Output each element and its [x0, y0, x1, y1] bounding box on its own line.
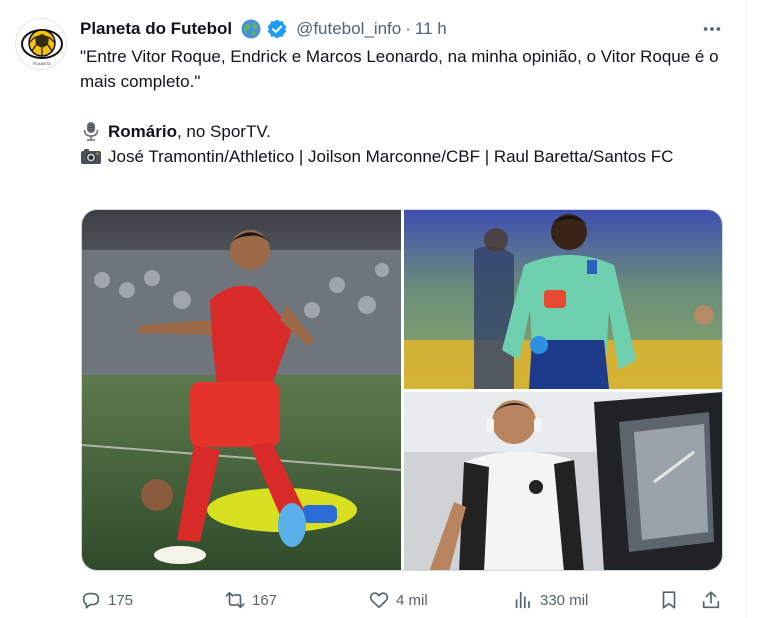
- bookmark-icon: [658, 589, 680, 611]
- speaker-line: Romário, no SporTV.: [80, 119, 730, 144]
- planeta-do-futebol-logo-icon: PLANETA: [21, 29, 63, 66]
- tweet-card[interactable]: PLANETA Planeta do Futebol @futebol_info…: [0, 0, 746, 618]
- reply-icon: [80, 589, 102, 611]
- verified-icon: [266, 18, 288, 40]
- more-options-button[interactable]: [697, 16, 727, 42]
- view-count: 330 mil: [540, 591, 589, 609]
- reply-count: 175: [108, 591, 134, 609]
- photo-endrick-cbf[interactable]: [404, 210, 722, 389]
- svg-text:PLANETA: PLANETA: [33, 61, 51, 66]
- heart-icon: [368, 589, 390, 611]
- media-grid: [81, 209, 723, 571]
- handle[interactable]: @futebol_info: [296, 19, 401, 39]
- microphone-icon: [80, 121, 102, 141]
- tweet-actions: 175 167 4 mil 330 mil: [80, 585, 730, 615]
- speaker-source: , no SporTV.: [176, 122, 271, 141]
- repost-icon: [224, 589, 246, 611]
- repost-button[interactable]: 167: [224, 585, 277, 615]
- globe-icon: [240, 18, 262, 40]
- analytics-icon: [512, 589, 534, 611]
- credits-line: José Tramontin/Athletico | Joilson Marco…: [80, 144, 730, 169]
- avatar[interactable]: PLANETA: [15, 18, 67, 70]
- bookmark-button[interactable]: [658, 585, 680, 615]
- tweet-header: Planeta do Futebol @futebol_info · 11 h: [80, 16, 447, 42]
- display-name[interactable]: Planeta do Futebol: [80, 19, 232, 39]
- separator-dot: ·: [405, 19, 411, 38]
- views-button[interactable]: 330 mil: [512, 585, 588, 615]
- photo-marcos-leonardo-santos[interactable]: [404, 392, 722, 570]
- photo-vitor-roque-athletico[interactable]: [82, 210, 401, 570]
- share-button[interactable]: [700, 585, 722, 615]
- tweet-text: "Entre Vitor Roque, Endrick e Marcos Leo…: [80, 44, 730, 169]
- more-horizontal-icon: [703, 27, 721, 31]
- repost-count: 167: [252, 591, 278, 609]
- reply-button[interactable]: 175: [80, 585, 133, 615]
- camera-icon: [80, 146, 102, 166]
- timestamp[interactable]: 11 h: [415, 19, 447, 39]
- photo-credits: José Tramontin/Athletico | Joilson Marco…: [108, 147, 674, 166]
- column-divider: [746, 0, 747, 618]
- quote-text: "Entre Vitor Roque, Endrick e Marcos Leo…: [80, 47, 719, 91]
- speaker-name: Romário: [108, 122, 177, 141]
- like-count: 4 mil: [396, 591, 428, 609]
- like-button[interactable]: 4 mil: [368, 585, 428, 615]
- share-icon: [700, 589, 722, 611]
